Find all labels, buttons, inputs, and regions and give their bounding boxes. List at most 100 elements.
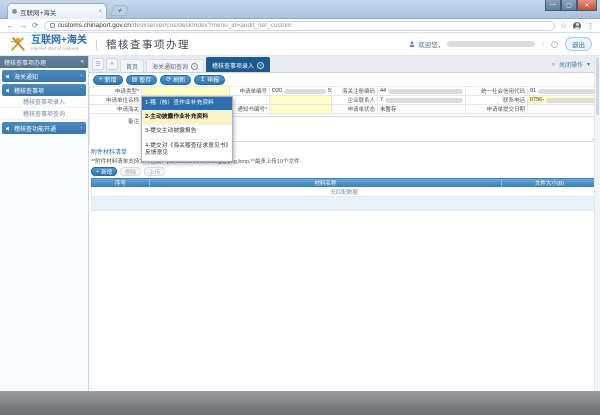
field-label-notice-no: 通知书编号* [230,105,270,114]
button-label: 新增 [105,75,117,84]
url-domain: customs.chinaport.gov.cn [58,22,131,29]
favicon [12,9,17,14]
forward-icon[interactable]: → [19,22,27,30]
brand-block: 互联网+海关 Internet plus of customs [31,36,87,52]
browser-tab[interactable]: 互联网+海关 × [7,3,107,19]
tab-close-icon[interactable]: × [257,62,264,69]
value-text: 91 [530,88,536,94]
sidebar-item-customs-notice[interactable]: 海关通知 ‹ [2,70,86,82]
attachment-table-header: 序号 材料名称 文件大小(B) [91,178,597,187]
tab-audit-entry[interactable]: 稽核查事项录入 × [206,57,270,72]
address-bar-actions: ☆ ⋮ [560,21,594,30]
collapse-sidebar-icon[interactable]: « [106,58,118,70]
tab-close-icon[interactable]: × [98,9,102,15]
value-text: 7 [380,97,383,103]
tab-close-icon[interactable]: × [191,63,198,70]
field-label-customs-reg-code: 海关注册编码 [332,87,378,96]
sidebar-collapse-icon[interactable]: « [81,59,84,65]
url-text: customs.chinaport.gov.cn/deskserver/cus/… [58,22,292,29]
field-label-hidden [230,96,270,105]
reload-icon[interactable]: ⟳ [32,22,39,30]
bookmark-star-icon[interactable]: ☆ [560,21,567,30]
attachment-delete-button[interactable]: 删除 [120,167,141,176]
redacted-value [385,98,463,103]
help-circle-icon[interactable] [551,41,558,48]
dropdown-option-1[interactable]: 1-稽（核）查作业补充资料 [142,97,232,111]
notice-no-input[interactable] [270,105,332,114]
attachment-toolbar: + 新增 删除 上传 [91,167,597,176]
sidebar-item-audit-entry[interactable]: 稽核查事项录入 [0,96,88,108]
redacted-value [546,98,598,103]
brand-subtitle: Internet plus of customs [31,47,87,52]
user-icon [409,41,415,47]
site-info-icon[interactable] [50,23,55,28]
sidebar-item-audit-matters[interactable]: 稽核查事项 ˇ [2,84,86,96]
greeting-text: 欢迎您， [418,39,444,49]
submit-date-value [528,105,600,114]
button-label: 新增 [101,168,112,176]
apply-type-select[interactable] [142,87,230,96]
social-credit-code-value: 91 [528,87,600,96]
caret-down-icon[interactable]: ▾ [587,61,590,68]
redacted-value [284,89,326,94]
field-label-apply-status: 申请单状态 [332,105,378,114]
plus-icon: + [99,77,103,83]
new-tab-button[interactable]: + [110,5,130,16]
field-label-apply-customs: 申请海关 [90,105,142,114]
dropdown-option-3[interactable]: 3-提交主动披露报告 [142,125,232,139]
save-draft-button[interactable]: ▤ 暂存 [126,75,158,85]
value-text: D20 [272,88,282,94]
minimize-button[interactable]: — [545,0,561,11]
button-label: 暂存 [139,75,151,84]
screenshot-root: 互联网+海关 × + — ▢ ✕ ← → ⟳ customs.chinaport… [0,0,600,415]
attachment-table-footer [91,197,597,211]
value-suffix: 5 [328,88,331,94]
close-actions-menu[interactable]: 关闭操作 [559,60,583,69]
application-form: 申请类型* 申请单编号 D20 5 海关注册编码 44 统一社会信用代码 91 申… [89,87,600,144]
attachment-add-button[interactable]: + 新增 [91,167,117,176]
hidden-input[interactable] [270,96,332,105]
add-button[interactable]: + 新增 [93,75,123,85]
form-toolbar: + 新增 ▤ 暂存 ⟳ 刷新 ↥ 申报 [89,73,600,87]
value-text: 0756- [530,97,544,103]
phone-input[interactable]: 0756- [528,96,600,105]
desktop-background [0,391,600,415]
window-controls: — ▢ ✕ [545,0,597,11]
close-button[interactable]: ✕ [577,0,597,11]
button-label: 刷新 [173,75,185,84]
maximize-button[interactable]: ▢ [561,0,577,11]
browser-menu-icon[interactable]: ⋮ [587,22,594,30]
scrollbar-thumb[interactable] [596,57,599,115]
sidebar-item-audit-function-open[interactable]: 稽核查功能开通 ‹ [2,122,86,134]
tab-home[interactable]: 首页 [120,59,144,72]
dropdown-option-2[interactable]: 2-主动披露作业补充资料 [142,111,232,125]
brand-name: 互联网+海关 [31,36,87,46]
field-label-apply-type: 申请类型* [90,87,142,96]
apply-no-value: D20 5 [270,87,332,96]
back-icon[interactable]: ← [6,22,14,30]
refresh-button[interactable]: ⟳ 刷新 [160,75,191,85]
sidebar-item-audit-query[interactable]: 稽核查事项查询 [0,108,88,120]
redacted-value [538,89,598,94]
vertical-scrollbar[interactable] [594,56,600,391]
plus-icon: + [96,169,99,175]
site-header: 互联网+海关 Internet plus of customs | 稽核查事项办… [0,33,600,56]
value-text: 44 [380,88,386,94]
logout-button[interactable]: 退出 [565,37,592,51]
address-bar: ← → ⟳ customs.chinaport.gov.cn/deskserve… [0,19,600,33]
menu-grid-icon[interactable]: ☰ [92,58,104,70]
more-tabs-icon[interactable]: » [552,62,555,68]
profile-avatar-icon[interactable] [573,22,581,30]
upload-icon: ↥ [200,77,205,83]
chevron-down-icon: ˇ [80,87,82,93]
declare-button[interactable]: ↥ 申报 [194,75,225,85]
field-label-apply-no: 申请单编号 [230,87,270,96]
workspace-tabstrip: ☰ « 首页 海关通知查询 × 稽核查事项录入 × » 关闭操作 ▾ [89,56,600,73]
url-input[interactable]: customs.chinaport.gov.cn/deskserver/cus/… [44,21,555,31]
tab-customs-notice-query[interactable]: 海关通知查询 × [146,59,204,72]
browser-window: 互联网+海关 × + — ▢ ✕ ← → ⟳ customs.chinaport… [0,0,600,391]
dropdown-option-4[interactable]: 4-提交对《海关稽查征求意见书》反馈意见 [142,140,232,161]
field-label-social-credit-code: 统一社会信用代码 [466,87,528,96]
apply-type-dropdown: 1-稽（核）查作业补充资料 2-主动披露作业补充资料 3-提交主动披露报告 4-… [141,96,233,162]
attachment-upload-button[interactable]: 上传 [144,167,165,176]
